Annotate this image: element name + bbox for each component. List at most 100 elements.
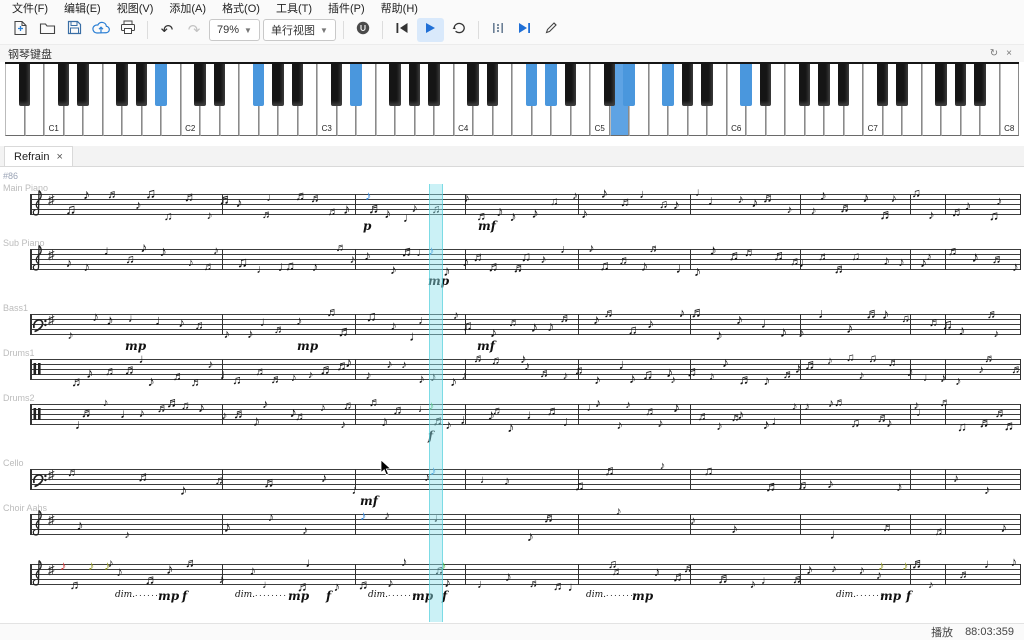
note-glyph[interactable]: ♪ xyxy=(673,401,680,416)
note-glyph[interactable]: ♬ xyxy=(81,406,95,420)
menu-view[interactable]: 视图(V) xyxy=(109,0,162,16)
note-glyph[interactable]: ♬ xyxy=(959,568,971,581)
piano-key-black[interactable] xyxy=(194,64,206,106)
piano-key-black[interactable] xyxy=(272,64,284,106)
note-glyph[interactable]: ♫ xyxy=(232,374,241,387)
note-glyph[interactable]: ♪ xyxy=(540,253,546,265)
note-glyph[interactable]: ♪ xyxy=(531,320,538,336)
note-glyph[interactable]: ♪ xyxy=(958,323,965,338)
note-glyph[interactable]: ♪ xyxy=(83,188,90,202)
note-glyph[interactable]: ♬ xyxy=(185,556,198,570)
note-glyph[interactable]: ♪ xyxy=(780,325,787,341)
note-glyph[interactable]: ♩ xyxy=(139,352,152,365)
note-glyph[interactable]: ♫ xyxy=(942,318,953,333)
note-glyph[interactable]: ♫ xyxy=(628,323,638,336)
dynamic-marking[interactable]: dim. xyxy=(586,589,638,600)
menu-tools[interactable]: 工具(T) xyxy=(268,0,320,16)
note-glyph[interactable]: ♪ xyxy=(581,206,588,220)
dynamic-marking[interactable]: mp xyxy=(297,339,318,353)
piano-key-black[interactable] xyxy=(623,64,635,106)
highlighted-note[interactable]: ♪ xyxy=(88,559,95,572)
note-glyph[interactable]: ♪ xyxy=(247,327,254,341)
note-glyph[interactable]: ♬ xyxy=(488,259,502,273)
view-mode-select[interactable]: 单行视图 ▼ xyxy=(262,19,336,41)
note-glyph[interactable]: ♪ xyxy=(496,205,503,220)
note-glyph[interactable]: ♫ xyxy=(550,197,558,209)
piano-key-black[interactable] xyxy=(798,64,811,106)
menu-edit[interactable]: 编辑(E) xyxy=(56,0,109,16)
note-glyph[interactable]: ♪ xyxy=(798,327,804,340)
note-glyph[interactable]: ♪ xyxy=(673,197,680,212)
note-glyph[interactable]: ♪ xyxy=(364,248,371,263)
piano-key-black[interactable] xyxy=(545,64,557,106)
dynamic-marking[interactable]: mp xyxy=(158,589,179,603)
note-glyph[interactable]: ♫ xyxy=(366,310,377,325)
piano-key-black[interactable] xyxy=(818,64,830,106)
note-glyph[interactable]: ♪ xyxy=(647,316,654,330)
note-glyph[interactable]: ♩ xyxy=(830,527,845,543)
note-glyph[interactable]: ♫ xyxy=(145,187,156,202)
piano-key-black[interactable] xyxy=(896,64,908,106)
note-glyph[interactable]: ♪ xyxy=(763,373,770,388)
note-glyph[interactable]: ♪ xyxy=(709,370,715,382)
note-glyph[interactable]: ♪ xyxy=(625,399,631,411)
note-glyph[interactable]: ♬ xyxy=(473,250,486,263)
note-glyph[interactable]: ♪ xyxy=(641,260,648,275)
note-glyph[interactable]: ♬ xyxy=(728,248,742,262)
piano-key-black[interactable] xyxy=(759,64,772,106)
note-glyph[interactable]: ♪ xyxy=(291,372,297,384)
note-glyph[interactable]: ♪ xyxy=(722,355,729,370)
piano-key-white[interactable]: C8 xyxy=(999,64,1019,136)
note-glyph[interactable]: ♩ xyxy=(923,372,934,384)
note-glyph[interactable]: ♩ xyxy=(761,574,773,587)
menu-file[interactable]: 文件(F) xyxy=(4,0,56,16)
highlighted-note[interactable]: ♪ xyxy=(360,509,367,522)
note-glyph[interactable]: ♪ xyxy=(504,474,510,488)
note-glyph[interactable]: ♬ xyxy=(1011,364,1023,376)
piano-keyboard[interactable]: C1 C2 C3 C4 C5 C6 C7 C8 xyxy=(5,62,1019,136)
tab-refrain[interactable]: Refrain × xyxy=(4,146,73,166)
note-glyph[interactable]: ♪ xyxy=(763,418,770,433)
piano-key-black[interactable] xyxy=(564,64,577,106)
note-glyph[interactable]: ♬ xyxy=(604,307,617,320)
note-glyph[interactable]: ♪ xyxy=(453,309,459,321)
note-glyph[interactable]: ♪ xyxy=(381,415,388,430)
note-glyph[interactable]: ♪ xyxy=(964,199,971,213)
note-glyph[interactable]: ♬ xyxy=(619,254,631,267)
note-glyph[interactable]: ♪ xyxy=(198,400,205,415)
note-glyph[interactable]: ♬ xyxy=(783,368,795,381)
note-glyph[interactable]: ♪ xyxy=(731,522,738,536)
note-glyph[interactable]: ♬ xyxy=(1004,419,1018,433)
note-glyph[interactable]: ♩ xyxy=(120,407,134,421)
note-glyph[interactable]: ♪ xyxy=(222,410,228,422)
note-glyph[interactable]: ♬ xyxy=(194,319,206,331)
note-glyph[interactable]: ♪ xyxy=(224,521,231,536)
note-glyph[interactable]: ♪ xyxy=(384,206,391,220)
note-glyph[interactable]: ♫ xyxy=(574,479,584,493)
note-glyph[interactable]: ♪ xyxy=(547,320,554,335)
note-glyph[interactable]: ♪ xyxy=(737,407,744,422)
note-glyph[interactable]: ♪ xyxy=(819,188,826,203)
note-glyph[interactable]: ♪ xyxy=(308,370,314,381)
note-glyph[interactable]: ♪ xyxy=(996,195,1002,208)
piano-key-black[interactable] xyxy=(428,64,440,106)
piano-key-black[interactable] xyxy=(408,64,421,106)
note-glyph[interactable]: ♬ xyxy=(686,364,700,378)
note-glyph[interactable]: ♬ xyxy=(105,365,117,377)
note-glyph[interactable]: ♩ xyxy=(460,412,474,426)
note-glyph[interactable]: ♬ xyxy=(951,204,964,218)
piano-key-black[interactable] xyxy=(740,64,752,106)
note-glyph[interactable]: ♩ xyxy=(708,193,722,207)
note-glyph[interactable]: ♬ xyxy=(67,466,79,478)
piano-key-black[interactable] xyxy=(525,64,538,106)
note-glyph[interactable]: ♪ xyxy=(86,366,93,382)
piano-key-black[interactable] xyxy=(974,64,986,106)
note-glyph[interactable]: ♫ xyxy=(237,255,248,271)
dynamic-marking[interactable]: f xyxy=(182,589,187,603)
note-glyph[interactable]: ♬ xyxy=(879,208,893,223)
note-glyph[interactable]: ♫ xyxy=(599,259,609,273)
note-glyph[interactable]: ♩ xyxy=(155,314,170,329)
note-glyph[interactable]: ♪ xyxy=(253,414,260,430)
note-glyph[interactable]: ♬ xyxy=(233,407,247,421)
note-glyph[interactable]: ♬ xyxy=(320,362,334,377)
